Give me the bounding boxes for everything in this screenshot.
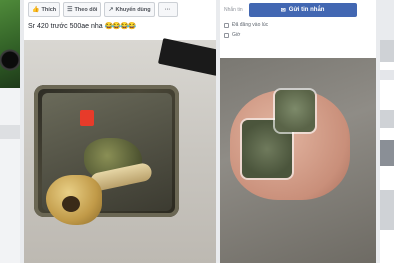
middle-post-card: 👍 Thích ☰ Theo dõi ↗ Khuyến dùng ··· Sr …: [24, 0, 216, 263]
calendar-icon: [224, 32, 229, 38]
laughing-emoji-icon: 😂😂😂😂: [104, 23, 137, 30]
recommend-label: Khuyến dùng: [115, 6, 151, 13]
post-caption: Sr 420 trước 500ae nha 😂😂😂😂: [28, 22, 137, 30]
share-icon: ↗: [108, 7, 114, 13]
phone-device: [157, 38, 216, 76]
left-post-fragment: [0, 0, 20, 263]
message-row: Nhắn tin ✉ Gửi tin nhắn: [224, 3, 374, 17]
rss-icon: ☰: [67, 7, 73, 13]
follow-page-button[interactable]: ☰ Theo dõi: [63, 2, 102, 17]
far-thumb-5: [380, 190, 394, 230]
send-message-label: Gửi tin nhắn: [288, 7, 325, 13]
right-post-card: Nhắn tin ✉ Gửi tin nhắn Đã đăng vào lúc …: [220, 0, 376, 263]
like-label: Thích: [41, 6, 57, 13]
left-post-caption-strip: [0, 125, 20, 139]
info-row-time: Giờ: [224, 32, 240, 38]
page-action-toolbar: 👍 Thích ☰ Theo dõi ↗ Khuyến dùng ···: [24, 0, 216, 20]
thumbs-up-icon: 👍: [32, 7, 40, 13]
pipe-bowl-hole: [62, 196, 80, 212]
lighter: [80, 110, 94, 126]
more-options-button[interactable]: ···: [157, 2, 178, 17]
far-thumb-1: [380, 40, 394, 62]
messenger-icon: ✉: [280, 7, 286, 14]
message-prefix: Nhắn tin: [224, 7, 243, 13]
post-caption-text: Sr 420 trước 500ae nha: [28, 23, 103, 30]
left-post-photo: [0, 0, 20, 88]
info-posted-text: Đã đăng vào lúc: [232, 22, 269, 28]
far-thumb-4: [380, 140, 394, 166]
like-page-button[interactable]: 👍 Thích: [28, 2, 61, 17]
more-options-label: ···: [164, 6, 171, 13]
send-message-button[interactable]: ✉ Gửi tin nhắn: [248, 3, 357, 17]
recommend-page-button[interactable]: ↗ Khuyến dùng: [104, 2, 155, 17]
ziplock-bag-small: [275, 90, 315, 132]
follow-label: Theo dõi: [74, 6, 98, 13]
info-time-text: Giờ: [232, 32, 241, 38]
info-row-posted: Đã đăng vào lúc: [224, 22, 268, 28]
clock-icon: [224, 22, 229, 28]
far-thumb-3: [380, 110, 394, 128]
far-right-post-fragment: [380, 40, 394, 263]
far-thumb-2: [380, 70, 394, 80]
